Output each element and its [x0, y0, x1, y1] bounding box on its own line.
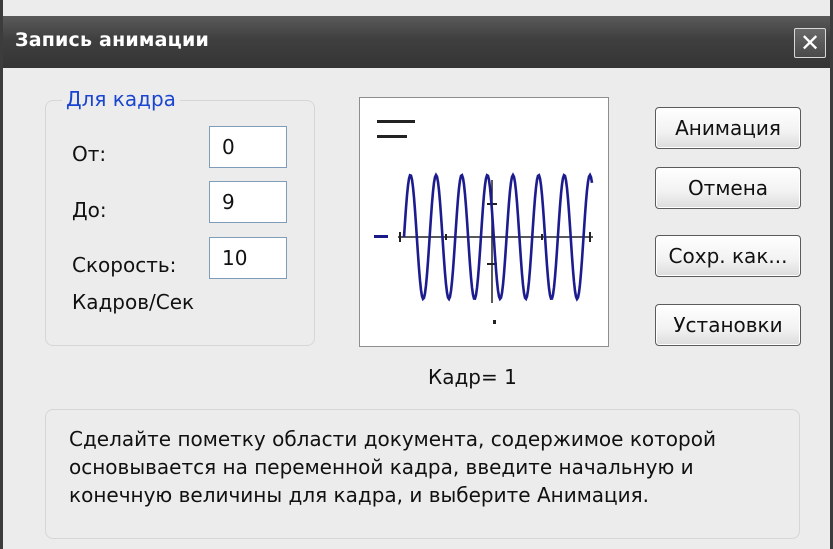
animation-dialog: Запись анимации ✕ Для кадра От: 0 До: 9 …	[0, 0, 833, 549]
to-label: До:	[72, 198, 107, 222]
frame-counter-label: Кадр= 1	[428, 365, 517, 389]
preview-plot	[374, 120, 594, 324]
window-title: Запись анимации	[15, 29, 209, 51]
info-line: Сделайте пометку области документа, соде…	[69, 427, 716, 451]
preview-marker	[374, 235, 388, 238]
save-as-button[interactable]: Сохр. как...	[655, 235, 801, 277]
preview-legend-marks	[377, 120, 415, 138]
animate-button[interactable]: Анимация	[655, 107, 801, 149]
cancel-button[interactable]: Отмена	[655, 167, 801, 209]
preview-dot	[493, 320, 496, 324]
to-input[interactable]: 9	[209, 181, 287, 223]
speed-unit-label: Кадров/Сек	[72, 290, 195, 314]
settings-button[interactable]: Установки	[655, 304, 801, 346]
frame-group-title: Для кадра	[62, 87, 180, 111]
animation-preview	[359, 97, 609, 347]
info-line: конечную величины для кадра, и выберите …	[69, 483, 650, 507]
speed-label: Скорость:	[72, 253, 177, 277]
close-icon: ✕	[799, 29, 821, 57]
title-bar[interactable]: Запись анимации ✕	[3, 16, 830, 68]
from-label: От:	[72, 142, 107, 166]
info-line: основывается на переменной кадра, введит…	[69, 455, 694, 479]
close-button[interactable]: ✕	[794, 28, 826, 58]
speed-input[interactable]: 10	[209, 237, 287, 279]
from-input[interactable]: 0	[209, 126, 287, 168]
